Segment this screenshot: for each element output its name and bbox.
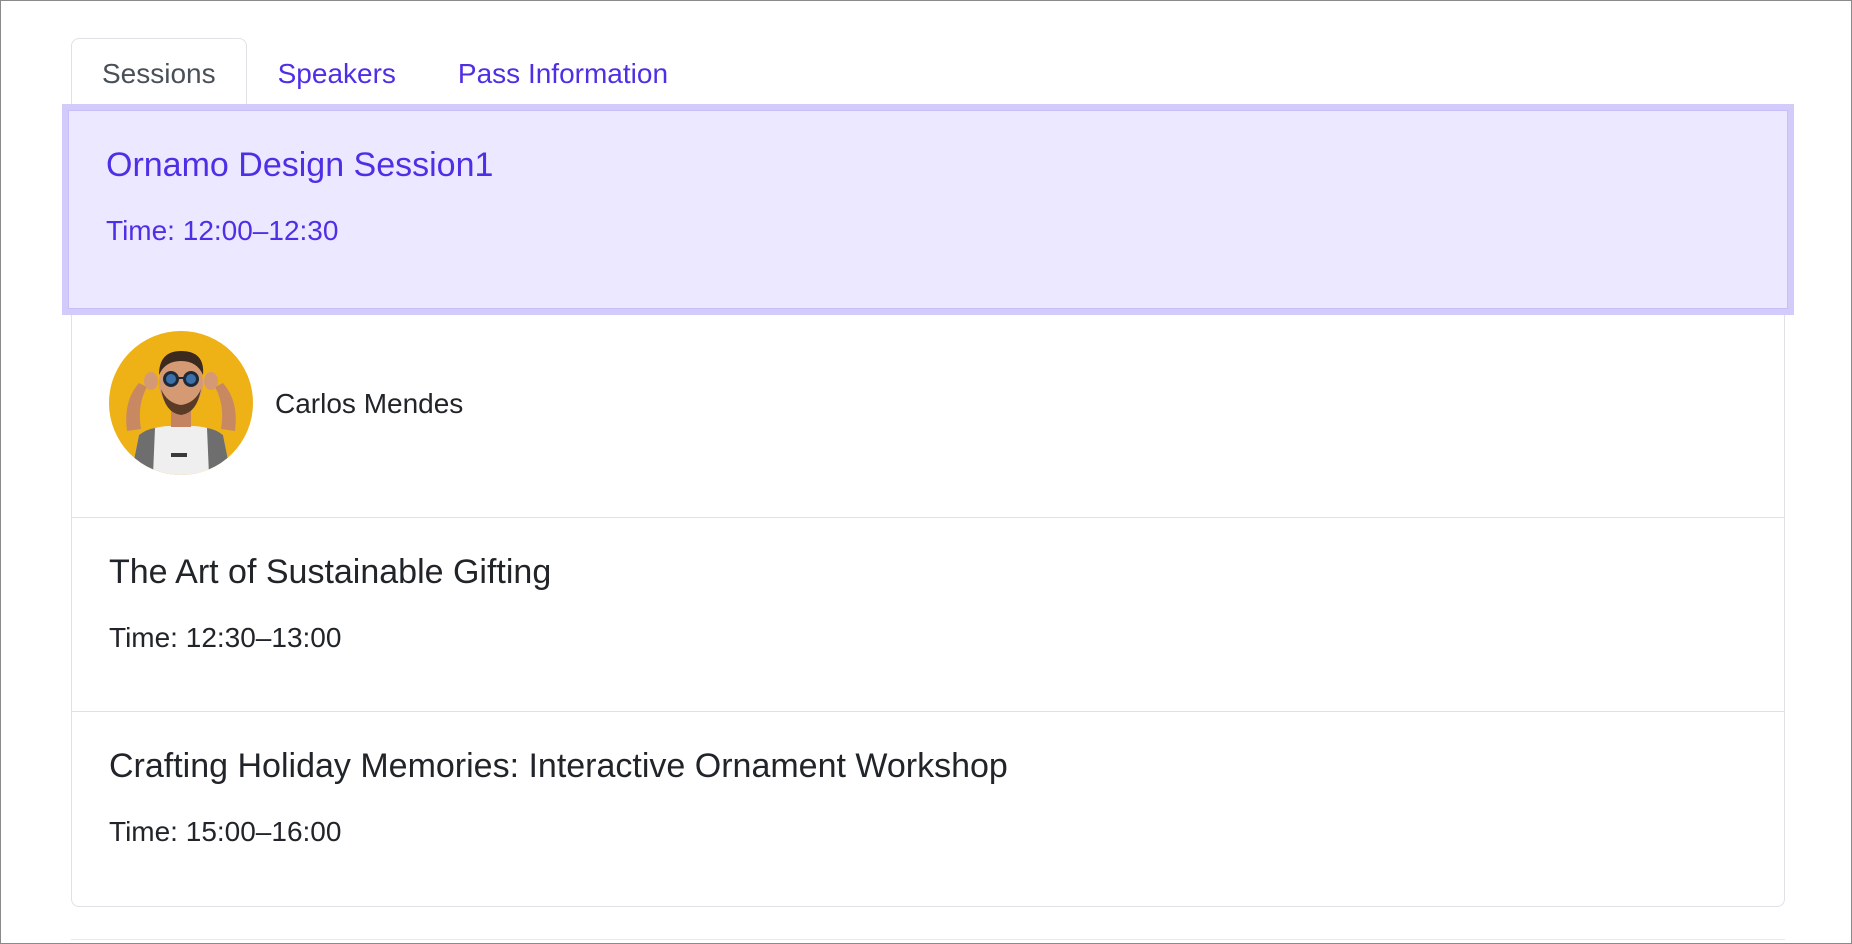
tab-bar: Sessions Speakers Pass Information	[71, 38, 1785, 110]
next-card-edge	[71, 939, 1785, 943]
session-time: Time: 15:00–16:00	[109, 816, 342, 847]
tab-pass-information[interactable]: Pass Information	[427, 38, 699, 110]
tab-speakers[interactable]: Speakers	[247, 38, 427, 110]
session-item-selected[interactable]: Ornamo Design Session1 Time: 12:00–12:30	[68, 110, 1788, 309]
session-item[interactable]: Crafting Holiday Memories: Interactive O…	[72, 712, 1784, 906]
speaker-name: Carlos Mendes	[275, 388, 464, 419]
tab-sessions[interactable]: Sessions	[71, 38, 247, 110]
session-title: Crafting Holiday Memories: Interactive O…	[109, 747, 1008, 785]
session-title: The Art of Sustainable Gifting	[109, 553, 552, 591]
session-panel: Sessions Speakers Pass Information Ornam…	[68, 38, 1788, 907]
speaker-item[interactable]: Carlos Mendes	[72, 309, 1784, 518]
avatar	[109, 331, 253, 475]
speaker-avatar-photo	[109, 331, 253, 475]
session-time: Time: 12:30–13:00	[109, 622, 342, 653]
app-frame: Sessions Speakers Pass Information Ornam…	[0, 0, 1852, 944]
session-title: Ornamo Design Session1	[106, 146, 494, 184]
session-item[interactable]: The Art of Sustainable Gifting Time: 12:…	[72, 518, 1784, 712]
session-list: Ornamo Design Session1 Time: 12:00–12:30	[68, 109, 1788, 907]
session-time: Time: 12:00–12:30	[106, 215, 339, 246]
